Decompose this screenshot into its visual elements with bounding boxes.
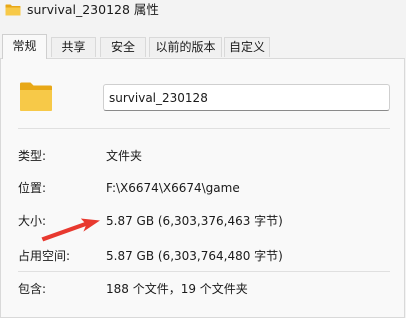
type-value: 文件夹 <box>106 149 143 163</box>
tab-general[interactable]: 常规 <box>2 34 47 59</box>
divider <box>18 128 390 129</box>
type-label: 类型: <box>18 149 47 163</box>
tab-customize[interactable]: 自定义 <box>224 37 270 57</box>
tab-strip: 常规 共享 安全 以前的版本 自定义 <box>0 34 406 59</box>
size-on-disk-value: 5.87 GB (6,303,764,480 字节) <box>106 249 283 263</box>
contains-label: 包含: <box>18 282 47 296</box>
tab-security[interactable]: 安全 <box>100 37 146 57</box>
size-label: 大小: <box>18 214 47 228</box>
size-value: 5.87 GB (6,303,376,463 字节) <box>106 214 283 228</box>
divider <box>18 271 390 272</box>
contains-value: 188 个文件，19 个文件夹 <box>106 282 248 296</box>
tab-sharing[interactable]: 共享 <box>51 37 96 57</box>
title-bar: survival_230128 属性 <box>0 0 406 32</box>
size-on-disk-label: 占用空间: <box>18 249 71 263</box>
folder-name-input[interactable] <box>103 84 390 111</box>
tab-previous-versions[interactable]: 以前的版本 <box>149 37 222 57</box>
window-title: survival_230128 属性 <box>27 2 159 17</box>
folder-icon <box>5 4 21 16</box>
location-value: F:\X6674\X6674\game <box>106 181 240 195</box>
folder-icon <box>20 82 52 111</box>
location-label: 位置: <box>18 181 47 195</box>
